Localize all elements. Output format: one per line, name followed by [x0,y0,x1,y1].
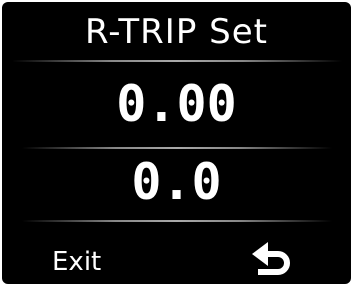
trip-decimal-value[interactable]: 0.0 [2,152,351,212]
exit-button[interactable]: Exit [52,246,101,278]
divider [12,60,342,62]
trip-distance-value[interactable]: 0.00 [2,74,351,134]
display-screen: R-TRIP Set 0.00 0.0 Exit [2,2,351,284]
return-arrow-icon[interactable] [248,238,292,282]
divider [22,147,332,149]
divider [22,220,332,222]
screen-title: R-TRIP Set [85,12,268,52]
